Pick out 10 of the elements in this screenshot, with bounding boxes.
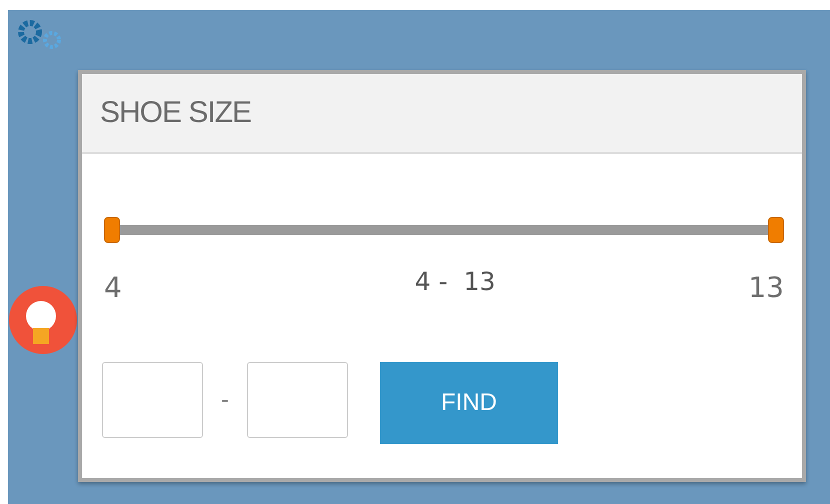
min-size-input[interactable] — [102, 362, 203, 438]
slider-thumb[interactable] — [104, 217, 120, 243]
panel-title: SHOE SIZE — [100, 96, 252, 130]
range-value-label: 4 - 13 — [414, 267, 496, 296]
min-value-label: 4 — [104, 271, 122, 304]
range-separator: - — [220, 388, 230, 412]
slider-thumb[interactable] — [768, 217, 784, 243]
max-size-input[interactable] — [247, 362, 348, 438]
find-button[interactable]: FIND — [380, 362, 558, 444]
max-value-label: 13 — [748, 271, 784, 304]
